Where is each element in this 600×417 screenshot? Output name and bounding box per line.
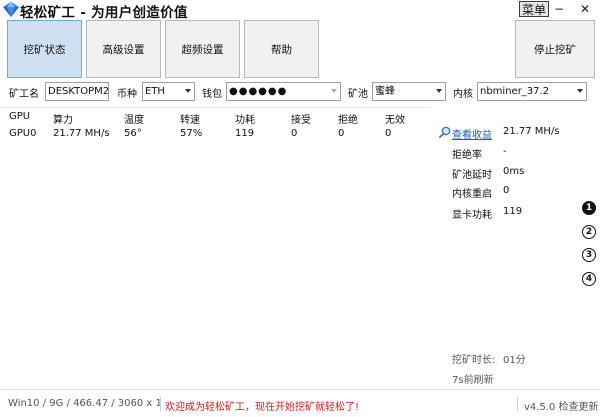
tab-advanced-settings[interactable]: 高级设置 bbox=[86, 20, 161, 78]
close-icon[interactable]: ✕ bbox=[576, 1, 594, 17]
coin-select-value: ETH bbox=[145, 86, 165, 97]
config-row: 矿工名 DESKTOPM2I 币种 ETH 钱包 ●●●●●● 矿池 蜜蜂 内核… bbox=[0, 82, 600, 102]
chevron-down-icon bbox=[577, 89, 583, 93]
table-cell: 0 bbox=[385, 128, 392, 139]
divider bbox=[0, 107, 430, 108]
table-cell: 21.77 MH/s bbox=[53, 128, 110, 139]
page-2-button[interactable]: 2 bbox=[582, 225, 596, 239]
refresh-status: 7s前刷新 bbox=[452, 375, 494, 386]
column-header-accepted: 接受 bbox=[291, 115, 311, 126]
menu-button[interactable]: 菜单 bbox=[519, 1, 550, 17]
minimize-icon[interactable]: − bbox=[550, 1, 568, 17]
total-hashrate-value: 21.77 MH/s bbox=[503, 126, 560, 137]
kernel-restart-label: 内核重启 bbox=[452, 189, 492, 200]
kernel-select[interactable]: nbminer_37.2 bbox=[477, 82, 587, 101]
gpu-power-label: 显卡功耗 bbox=[452, 210, 492, 221]
divider bbox=[160, 397, 161, 411]
page-1-button[interactable]: 1 bbox=[582, 201, 596, 215]
tab-overclock-settings[interactable]: 超频设置 bbox=[165, 20, 240, 78]
chevron-down-icon bbox=[185, 89, 191, 93]
pool-label: 矿池 bbox=[348, 89, 368, 100]
reject-rate-label: 拒绝率 bbox=[452, 150, 482, 161]
pool-select[interactable]: 蜜蜂 bbox=[372, 82, 446, 101]
column-header-temperature: 温度 bbox=[124, 115, 144, 126]
mining-time-label: 挖矿时长: bbox=[452, 355, 496, 366]
table-cell: 57% bbox=[180, 128, 203, 139]
column-header-invalid: 无效 bbox=[385, 115, 405, 126]
table-cell: 0 bbox=[338, 128, 345, 139]
gpu-power-value: 119 bbox=[503, 206, 523, 217]
system-info: Win10 / 9G / 466.47 / 3060 x 1 bbox=[8, 398, 162, 409]
blue-gem-icon bbox=[3, 2, 19, 17]
column-header-gpu: GPU bbox=[9, 111, 31, 122]
tab-help[interactable]: 帮助 bbox=[244, 20, 319, 78]
miner-name-label: 矿工名 bbox=[9, 89, 39, 100]
title-bar: 轻松矿工 - 为用户创造价值 菜单 − ✕ bbox=[0, 0, 600, 21]
pool-latency-label: 矿池延时 bbox=[452, 170, 492, 181]
chevron-down-icon bbox=[331, 89, 337, 93]
wallet-select-value: ●●●●●● bbox=[229, 86, 288, 97]
column-header-power: 功耗 bbox=[235, 115, 255, 126]
pool-select-value: 蜜蜂 bbox=[375, 86, 395, 97]
welcome-message: 欢迎成为轻松矿工，现在开始挖矿就轻松了! bbox=[165, 402, 360, 413]
column-header-hashrate: 算力 bbox=[53, 115, 73, 126]
column-header-rejected: 拒绝 bbox=[338, 115, 358, 126]
table-cell: 56° bbox=[124, 128, 142, 139]
pool-latency-value: 0ms bbox=[503, 166, 525, 177]
app-title: 轻松矿工 - 为用户创造价值 bbox=[20, 5, 188, 21]
main-toolbar: 挖矿状态 高级设置 超频设置 帮助 停止挖矿 bbox=[0, 20, 600, 80]
table-cell: 119 bbox=[235, 128, 255, 139]
table-cell: GPU0 bbox=[9, 128, 37, 139]
page-3-button[interactable]: 3 bbox=[582, 248, 596, 262]
status-bar: Win10 / 9G / 466.47 / 3060 x 1 欢迎成为轻松矿工，… bbox=[0, 389, 600, 417]
wallet-label: 钱包 bbox=[202, 89, 222, 100]
coin-label: 币种 bbox=[117, 89, 137, 100]
coin-select[interactable]: ETH bbox=[142, 82, 195, 101]
kernel-label: 内核 bbox=[453, 89, 473, 100]
stop-mining-button[interactable]: 停止挖矿 bbox=[515, 20, 595, 78]
divider bbox=[517, 397, 518, 411]
tab-mining-status[interactable]: 挖矿状态 bbox=[7, 20, 82, 78]
check-update-link[interactable]: v4.5.0 检查更新 bbox=[524, 398, 599, 413]
kernel-restart-value: 0 bbox=[503, 185, 510, 196]
reject-rate-value: - bbox=[503, 146, 507, 157]
miner-name-input[interactable]: DESKTOPM2I bbox=[45, 82, 109, 101]
wallet-select[interactable]: ●●●●●● bbox=[226, 82, 341, 101]
view-earnings-link[interactable]: 查看收益 bbox=[452, 126, 492, 141]
table-cell: 0 bbox=[291, 128, 298, 139]
chevron-down-icon bbox=[436, 89, 442, 93]
magnifier-icon bbox=[439, 126, 451, 138]
mining-time-value: 01分 bbox=[503, 355, 526, 366]
page-4-button[interactable]: 4 bbox=[582, 272, 596, 286]
column-header-fan-speed: 转速 bbox=[180, 115, 200, 126]
kernel-select-value: nbminer_37.2 bbox=[480, 86, 550, 97]
